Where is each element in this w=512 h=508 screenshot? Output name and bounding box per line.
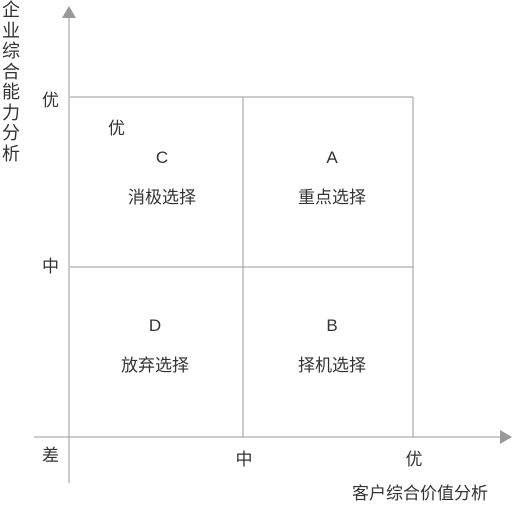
x-tick-high: 优 [405, 450, 423, 470]
matrix-diagram [34, 6, 512, 483]
quadrant-c-letter: C [155, 148, 169, 167]
x-tick-mid: 中 [235, 450, 253, 470]
quadrant-extra-label: 优 [108, 119, 125, 139]
y-tick-high: 优 [42, 91, 59, 111]
y-axis-arrow-icon [62, 6, 76, 18]
x-axis-title: 客户综合价值分析 [352, 484, 488, 504]
y-tick-mid: 中 [42, 257, 59, 277]
x-axis-arrow-icon [500, 430, 512, 444]
quadrant-d-name: 放弃选择 [121, 356, 189, 376]
y-axis-title: 企业综合能力分析 [2, 0, 20, 165]
quadrant-a-letter: A [326, 148, 338, 167]
x-tick-origin: 差 [42, 446, 59, 466]
quadrant-c-name: 消极选择 [128, 188, 196, 208]
quadrant-a-name: 重点选择 [298, 188, 366, 208]
quadrant-b-name: 择机选择 [298, 356, 366, 376]
quadrant-d-letter: D [148, 316, 162, 335]
quadrant-b-letter: B [326, 316, 338, 335]
